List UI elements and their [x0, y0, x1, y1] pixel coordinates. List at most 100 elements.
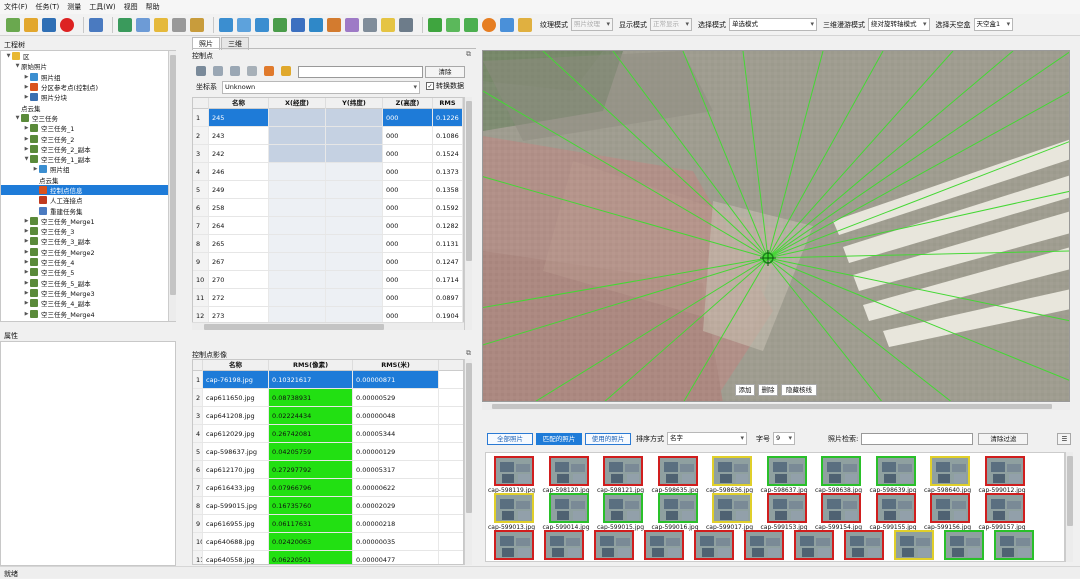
header-y[interactable]: Y(纬度): [326, 98, 383, 109]
header-name[interactable]: 名称: [209, 98, 269, 109]
table-row[interactable]: 2 243 000 0.1086: [193, 127, 463, 145]
tree-node[interactable]: ▶ 空三任务_Merge2: [1, 247, 175, 257]
photo-thumbnail[interactable]: [821, 493, 861, 523]
expand-closed-icon[interactable]: ▶: [23, 136, 30, 142]
table-row[interactable]: 6 258 000 0.1592: [193, 199, 463, 217]
photo-icon[interactable]: [255, 17, 269, 32]
tree-node[interactable]: ▼ 空三任务: [1, 113, 175, 123]
tree-node[interactable]: ▼ 区: [1, 51, 175, 61]
tree-node[interactable]: ▶ 空三任务_Merge3: [1, 288, 175, 298]
viewer-hscroll-thumb[interactable]: [492, 404, 1052, 409]
expand-closed-icon[interactable]: ▶: [23, 300, 30, 306]
expand-closed-icon[interactable]: ▶: [23, 249, 30, 255]
expand-closed-icon[interactable]: ▶: [23, 218, 30, 224]
photo-thumbnail[interactable]: [766, 456, 807, 486]
tree-node[interactable]: ▶ 空三任务_1: [1, 123, 175, 133]
img-scroll-thumb[interactable]: [466, 363, 472, 513]
image-viewer[interactable]: 添加 删除 隐藏核线: [482, 50, 1070, 402]
project-tree[interactable]: ▼ 区 ▼ 原始照片 ▶ 照片组 ▶ 分区参考点(控制点) ▶ 照片分块 点云集 ▼ 空三任务 ▶ 空三任务…: [0, 50, 176, 322]
used-photos-button[interactable]: 使用的照片: [585, 432, 631, 445]
photo-thumbnail[interactable]: [594, 530, 634, 560]
tree-node[interactable]: 控制点信息: [1, 184, 175, 196]
coord-system-select[interactable]: Unknown: [222, 81, 420, 94]
convert-data-toggle[interactable]: ✓ 转换数据: [426, 81, 464, 91]
menu-item-1[interactable]: 任务(T): [36, 2, 60, 12]
tree-node[interactable]: ▼ 空三任务_1_副本: [1, 154, 175, 164]
expand-closed-icon[interactable]: ▶: [23, 125, 30, 131]
table-row[interactable]: 11 272 000 0.0897: [193, 289, 463, 307]
tree-node[interactable]: ▶ 空三任务_2_副本: [1, 144, 175, 154]
tree-node[interactable]: ▶ 空三任务_5_副本: [1, 278, 175, 288]
table-row[interactable]: 3 cap641208.jpg 0.02224434 0.00000048: [193, 407, 463, 425]
tree-node[interactable]: ▶ 照片组: [1, 72, 175, 82]
table-row[interactable]: 5 249 000 0.1358: [193, 181, 463, 199]
photo-thumbnail[interactable]: [944, 530, 984, 560]
tree-node[interactable]: ▶ 照片组: [1, 164, 175, 174]
table-row[interactable]: 5 cap-598637.jpg 0.04205759 0.00000129: [193, 443, 463, 461]
triangle-icon[interactable]: [399, 17, 413, 32]
ctrl-table-hscrollbar[interactable]: [192, 322, 464, 330]
photo-thumbnail[interactable]: [494, 493, 534, 523]
table-row[interactable]: 11cap640558.jpg0.062205010.00000477: [193, 551, 463, 564]
report-icon[interactable]: [345, 17, 359, 32]
skybox-select[interactable]: 天空盒1: [973, 18, 1014, 31]
expand-closed-icon[interactable]: ▶: [23, 146, 30, 152]
delete-button[interactable]: 删除: [758, 384, 778, 396]
expand-open-icon[interactable]: ▼: [5, 53, 12, 59]
photo-thumbnail[interactable]: [603, 456, 643, 486]
point-cloud-icon[interactable]: [500, 17, 514, 32]
flag-icon[interactable]: [281, 66, 291, 76]
expand-closed-icon[interactable]: ▶: [23, 74, 30, 80]
tree-node[interactable]: ▶ 空三任务_3_副本: [1, 236, 175, 246]
network-icon[interactable]: [273, 17, 287, 32]
settings-icon[interactable]: [219, 17, 233, 32]
edit-icon[interactable]: [190, 17, 204, 32]
table-row[interactable]: 10 270 000 0.1714: [193, 271, 463, 289]
table-row[interactable]: 8 cap-599015.jpg 0.16735760 0.00002029: [193, 497, 463, 515]
tree-node[interactable]: ▶ 空三任务_4_副本: [1, 298, 175, 308]
tree-node[interactable]: ▶ 空三任务_4: [1, 257, 175, 267]
globe-icon[interactable]: [118, 17, 132, 32]
expand-closed-icon[interactable]: ▶: [23, 269, 30, 275]
photo-thumbnail[interactable]: [694, 530, 734, 560]
expand-open-icon[interactable]: ▼: [23, 156, 30, 162]
table-row[interactable]: 4 246 000 0.1373: [193, 163, 463, 181]
expand-closed-icon[interactable]: ▶: [23, 311, 30, 317]
open-folder-icon[interactable]: [24, 17, 38, 32]
tree-node[interactable]: 人工连接点: [1, 195, 175, 205]
expand-open-icon[interactable]: ▼: [14, 63, 21, 69]
photo-thumbnail[interactable]: [548, 493, 589, 523]
photo-thumbnail[interactable]: [894, 530, 934, 560]
ctrl-table-scrollbar[interactable]: [464, 97, 472, 330]
table-row[interactable]: 2 cap611650.jpg 0.08738931 0.00000529: [193, 389, 463, 407]
camera-green-icon[interactable]: [428, 17, 442, 32]
ruler-icon[interactable]: [363, 17, 377, 32]
viewer-hscrollbar[interactable]: [482, 403, 1070, 410]
photo-thumbnail[interactable]: [712, 456, 752, 486]
header-rms[interactable]: RMS: [433, 98, 463, 109]
table-row[interactable]: 7 cap616433.jpg 0.07966796 0.00000622: [193, 479, 463, 497]
measure-icon[interactable]: [136, 17, 150, 32]
img-table-scrollbar[interactable]: [464, 359, 472, 565]
all-photos-button[interactable]: 全部照片: [487, 432, 533, 445]
table-row[interactable]: 9 267 000 0.1247: [193, 253, 463, 271]
import-icon[interactable]: [213, 66, 223, 76]
header-z[interactable]: Z(高度): [383, 98, 433, 109]
header-x[interactable]: X(经度): [269, 98, 326, 109]
brush-icon[interactable]: [518, 17, 532, 32]
photo-thumbnail[interactable]: [548, 456, 589, 486]
table-row[interactable]: 7 264 000 0.1282: [193, 217, 463, 235]
font-size-spinner[interactable]: 9: [773, 432, 795, 445]
tree-node[interactable]: ▶ 空三任务_5: [1, 267, 175, 277]
warning-icon[interactable]: [482, 17, 496, 32]
check-icon[interactable]: [464, 17, 478, 32]
save-icon[interactable]: [42, 17, 56, 32]
tree-scroll-thumb[interactable]: [170, 55, 176, 295]
expand-closed-icon[interactable]: ▶: [23, 259, 30, 265]
info-icon[interactable]: [237, 17, 251, 32]
photo-thumbnail[interactable]: [875, 493, 916, 523]
table-row[interactable]: 6 cap612170.jpg 0.27297792 0.00005317: [193, 461, 463, 479]
menu-item-2[interactable]: 测量: [67, 2, 81, 12]
thumb-scroll-thumb[interactable]: [1067, 456, 1073, 526]
photo-thumbnail[interactable]: [657, 456, 698, 486]
